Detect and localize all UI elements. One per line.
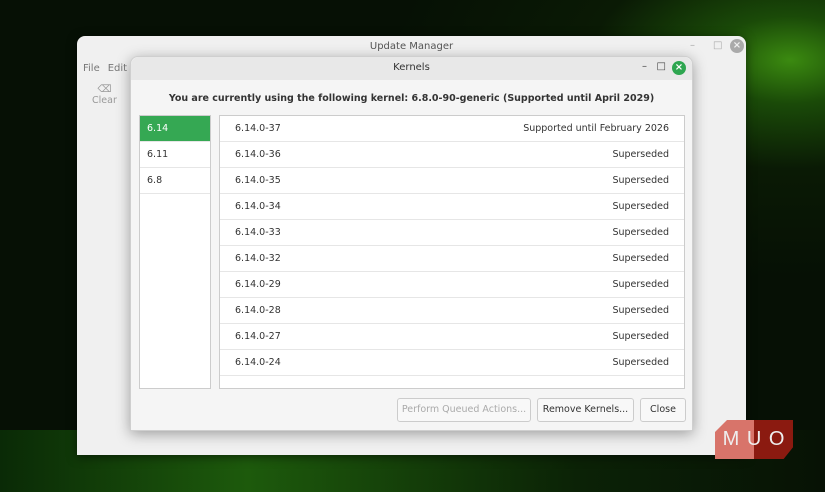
- minimize-icon[interactable]: –: [642, 61, 647, 72]
- kernel-row[interactable]: 6.14.0-33 Superseded: [220, 220, 684, 246]
- kernel-version: 6.14.0-28: [235, 305, 281, 316]
- series-item[interactable]: 6.11: [140, 142, 210, 168]
- kernel-status: Supported until February 2026: [523, 123, 669, 134]
- window-title: Update Manager: [369, 41, 454, 52]
- kernel-version: 6.14.0-37: [235, 123, 281, 134]
- kernel-version: 6.14.0-35: [235, 175, 281, 186]
- clear-button[interactable]: ⌫ Clear: [92, 84, 117, 106]
- kernel-status: Superseded: [612, 227, 669, 238]
- kernel-version: 6.14.0-27: [235, 331, 281, 342]
- kernel-row[interactable]: 6.14.0-27 Superseded: [220, 324, 684, 350]
- kernel-version: 6.14.0-32: [235, 253, 281, 264]
- kernel-status: Superseded: [612, 201, 669, 212]
- menu-edit[interactable]: Edit: [108, 63, 127, 74]
- kernel-status: Superseded: [612, 305, 669, 316]
- close-button[interactable]: Close: [640, 398, 686, 422]
- kernel-version: 6.14.0-36: [235, 149, 281, 160]
- series-item[interactable]: 6.14: [140, 116, 210, 142]
- kernel-row[interactable]: 6.14.0-28 Superseded: [220, 298, 684, 324]
- kernel-status: Superseded: [612, 149, 669, 160]
- menu-file[interactable]: File: [83, 63, 100, 74]
- close-icon[interactable]: ×: [730, 39, 744, 53]
- minimize-icon[interactable]: –: [690, 40, 695, 51]
- backspace-icon: ⌫: [97, 84, 112, 95]
- menu-bar: File Edit: [83, 63, 135, 74]
- remove-kernels-button[interactable]: Remove Kernels...: [537, 398, 634, 422]
- kernel-row[interactable]: 6.14.0-32 Superseded: [220, 246, 684, 272]
- kernel-row[interactable]: 6.14.0-34 Superseded: [220, 194, 684, 220]
- dialog-title: Kernels: [393, 62, 430, 73]
- clear-label: Clear: [92, 95, 117, 106]
- kernel-status: Superseded: [612, 331, 669, 342]
- kernels-dialog: Kernels – □ × You are currently using th…: [130, 56, 693, 431]
- kernel-list: 6.14.0-37 Supported until February 2026 6.…: [219, 115, 685, 389]
- dialog-header: Kernels – □ ×: [131, 57, 692, 80]
- kernel-version: 6.14.0-24: [235, 357, 281, 368]
- muo-watermark-logo: M U O: [715, 420, 793, 459]
- series-item[interactable]: 6.8: [140, 168, 210, 194]
- kernel-row[interactable]: 6.14.0-24 Superseded: [220, 350, 684, 376]
- current-kernel-heading: You are currently using the following ke…: [168, 93, 655, 104]
- kernel-status: Superseded: [612, 279, 669, 290]
- kernel-version: 6.14.0-33: [235, 227, 281, 238]
- kernel-status: Superseded: [612, 175, 669, 186]
- kernel-version: 6.14.0-29: [235, 279, 281, 290]
- perform-queued-actions-button[interactable]: Perform Queued Actions...: [397, 398, 531, 422]
- close-icon[interactable]: ×: [672, 61, 686, 75]
- kernel-version: 6.14.0-34: [235, 201, 281, 212]
- kernel-row[interactable]: 6.14.0-37 Supported until February 2026: [220, 116, 684, 142]
- kernel-row[interactable]: 6.14.0-35 Superseded: [220, 168, 684, 194]
- maximize-icon[interactable]: □: [657, 61, 666, 72]
- kernel-row[interactable]: 6.14.0-36 Superseded: [220, 142, 684, 168]
- kernel-row[interactable]: 6.14.0-29 Superseded: [220, 272, 684, 298]
- kernel-status: Superseded: [612, 357, 669, 368]
- kernel-series-list: 6.14 6.11 6.8: [139, 115, 211, 389]
- maximize-icon[interactable]: □: [713, 40, 722, 51]
- kernel-status: Superseded: [612, 253, 669, 264]
